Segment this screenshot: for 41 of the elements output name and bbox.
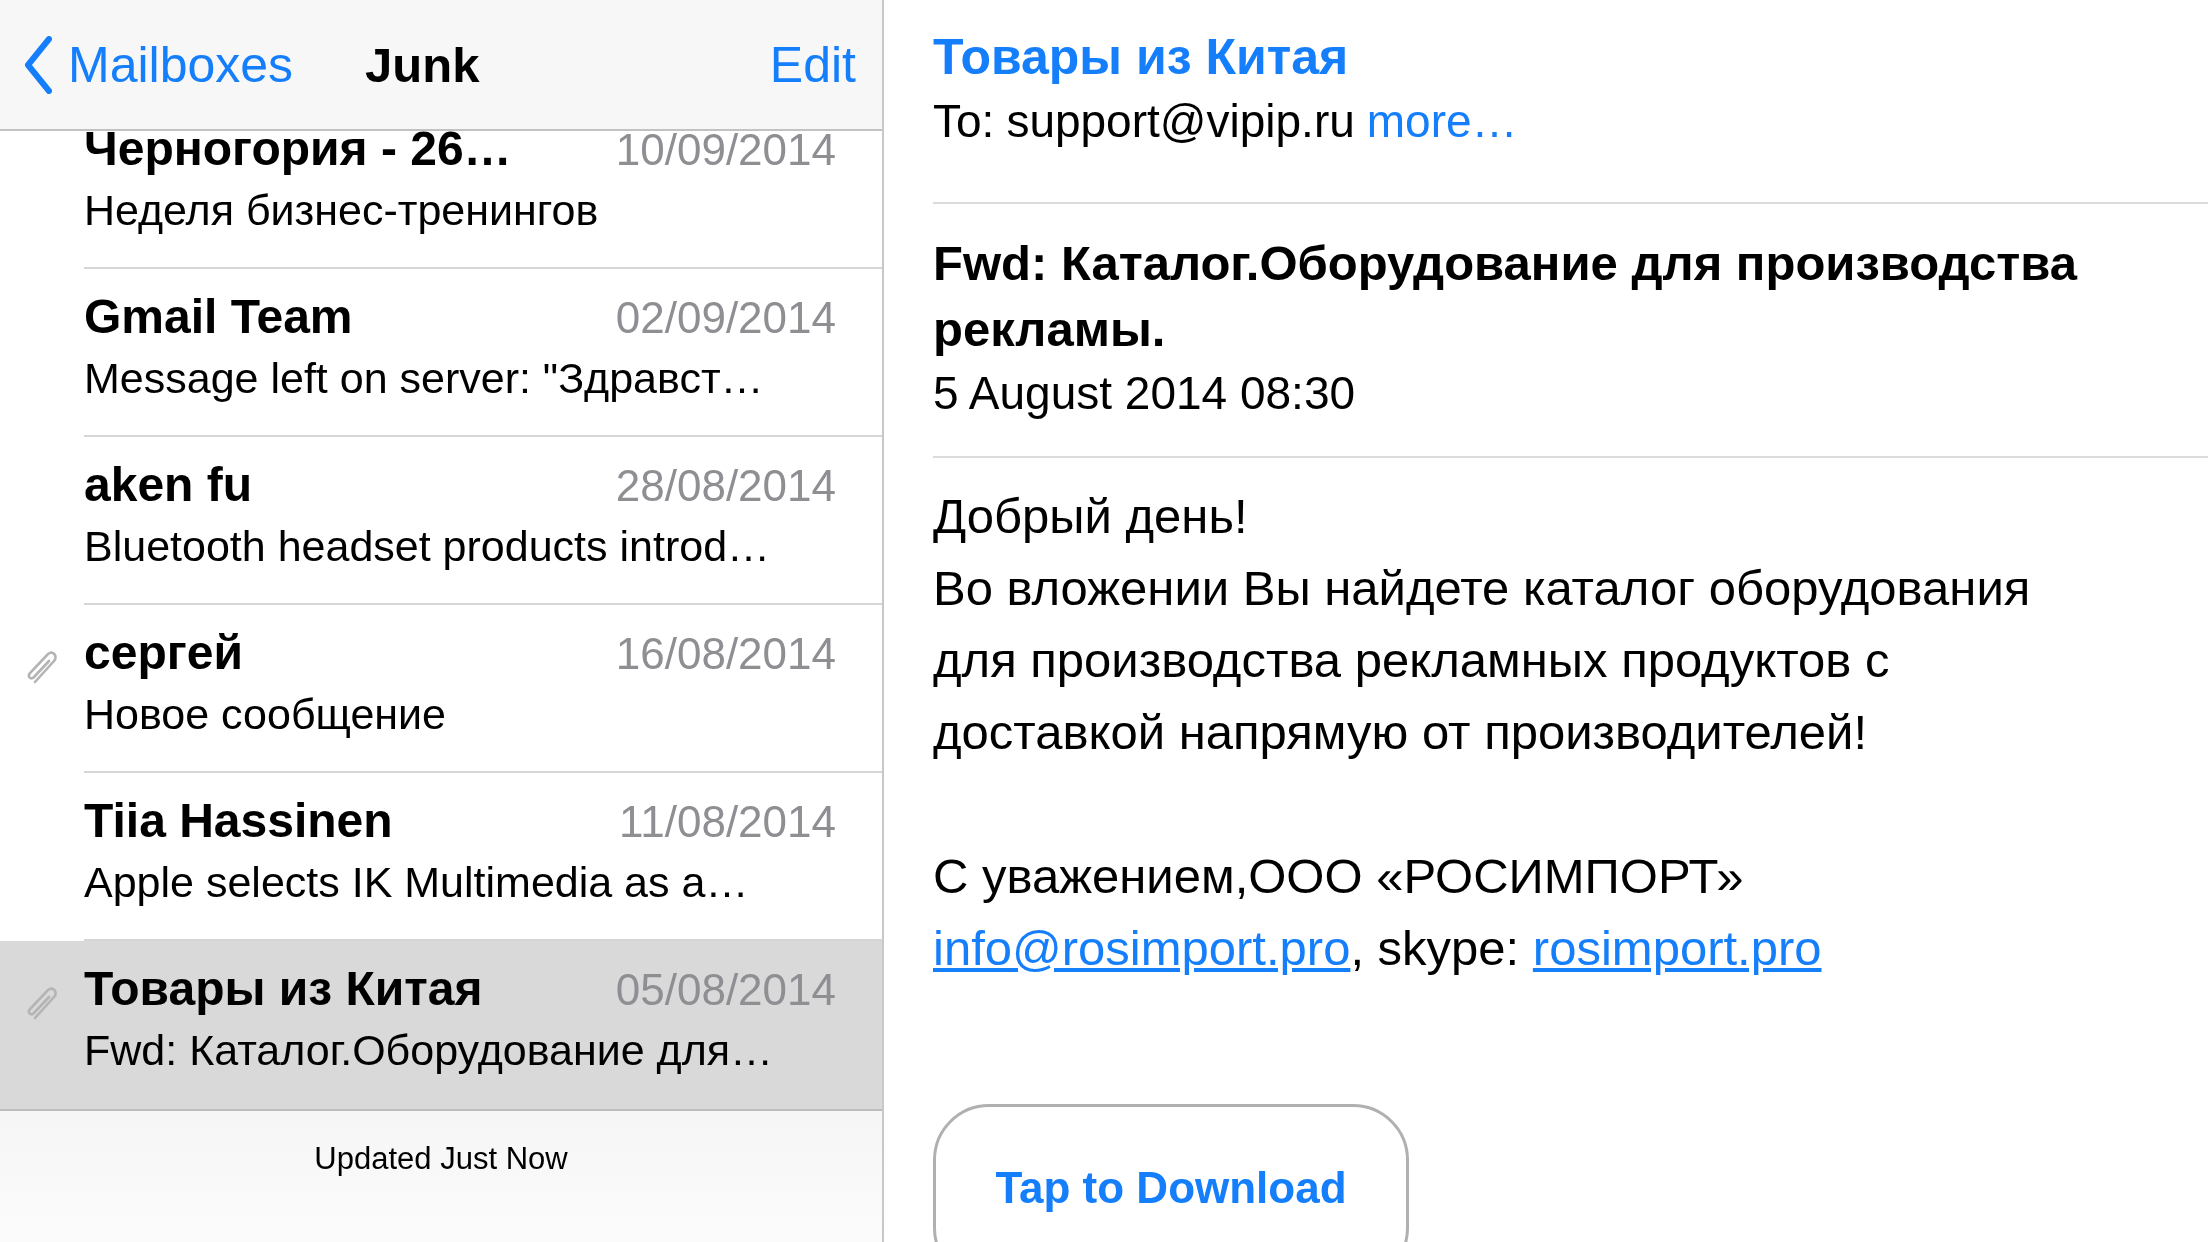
more-link[interactable]: more… <box>1366 94 1518 148</box>
contact-line: info@rosimport.pro, skype: rosimport.pro <box>933 920 1823 977</box>
message-preview: Неделя бизнес-тренингов <box>84 186 600 235</box>
back-button[interactable]: Mailboxes <box>24 35 294 94</box>
sender-name[interactable]: Товары из Китая <box>933 28 1349 86</box>
message-preview: Новое сообщение <box>84 690 448 739</box>
message-row[interactable]: Черногория - 26… 10/09/2014 Неделя бизнес-тренингов <box>0 131 882 269</box>
message-date: 10/09/2014 <box>615 131 836 175</box>
message-row[interactable]: Gmail Team 02/09/2014 Message left on server: "Здравст… <box>0 269 882 437</box>
message-row[interactable]: сергей 16/08/2014 Новое сообщение <box>0 605 882 773</box>
message-preview: Message left on server: "Здравст… <box>84 354 765 403</box>
message-row[interactable]: aken fu 28/08/2014 Bluetooth headset products introd… <box>0 437 882 605</box>
message-preview: Apple selects IK Multimedia as a… <box>84 858 750 907</box>
download-button[interactable]: Tap to Download <box>933 1104 1409 1242</box>
message-sender: сергей <box>84 625 243 680</box>
message-date: 02/09/2014 <box>615 293 836 343</box>
email-subject: Fwd: Каталог.Оборудование для производства рекламы. <box>933 235 2079 358</box>
email-date: 5 August 2014 08:30 <box>933 366 1357 420</box>
contact-link[interactable]: rosimport.pro <box>1532 921 1822 975</box>
contact-link[interactable]: info@rosimport.pro <box>933 921 1351 975</box>
message-sender: Товары из Китая <box>84 961 483 1016</box>
message-sender: Gmail Team <box>84 289 353 344</box>
message-preview: Fwd: Каталог.Оборудование для… <box>84 1026 774 1075</box>
body-paragraph: Добрый день! <box>933 488 1249 545</box>
message-sender: aken fu <box>84 457 253 512</box>
mailbox-title: Junk <box>365 36 481 93</box>
message-sender: Tiia Hassinen <box>84 793 393 848</box>
message-date: 16/08/2014 <box>615 629 836 679</box>
message-date: 11/08/2014 <box>619 797 836 847</box>
message-date: 28/08/2014 <box>615 461 836 511</box>
message-sender: Черногория - 26… <box>84 131 512 176</box>
message-date: 05/08/2014 <box>615 965 836 1015</box>
edit-button[interactable]: Edit <box>769 35 856 94</box>
signature-text: С уважением,ООО «РОСИМПОРТ» <box>933 848 1745 905</box>
chevron-left-icon <box>24 35 52 94</box>
recipient-label: To: <box>933 94 995 148</box>
update-status: Updated Just Now <box>314 1141 568 1177</box>
body-paragraph: Во вложении Вы найдете каталог оборудования для производства рекламных продуктов с доставкой напрямую от производителей! <box>933 560 2032 761</box>
message-row[interactable]: Товары из Китая 05/08/2014 Fwd: Каталог.Оборудование для… <box>0 941 882 1109</box>
message-preview: Bluetooth headset products introd… <box>84 522 772 571</box>
recipient-address: support@vipip.ru <box>1006 94 1355 148</box>
